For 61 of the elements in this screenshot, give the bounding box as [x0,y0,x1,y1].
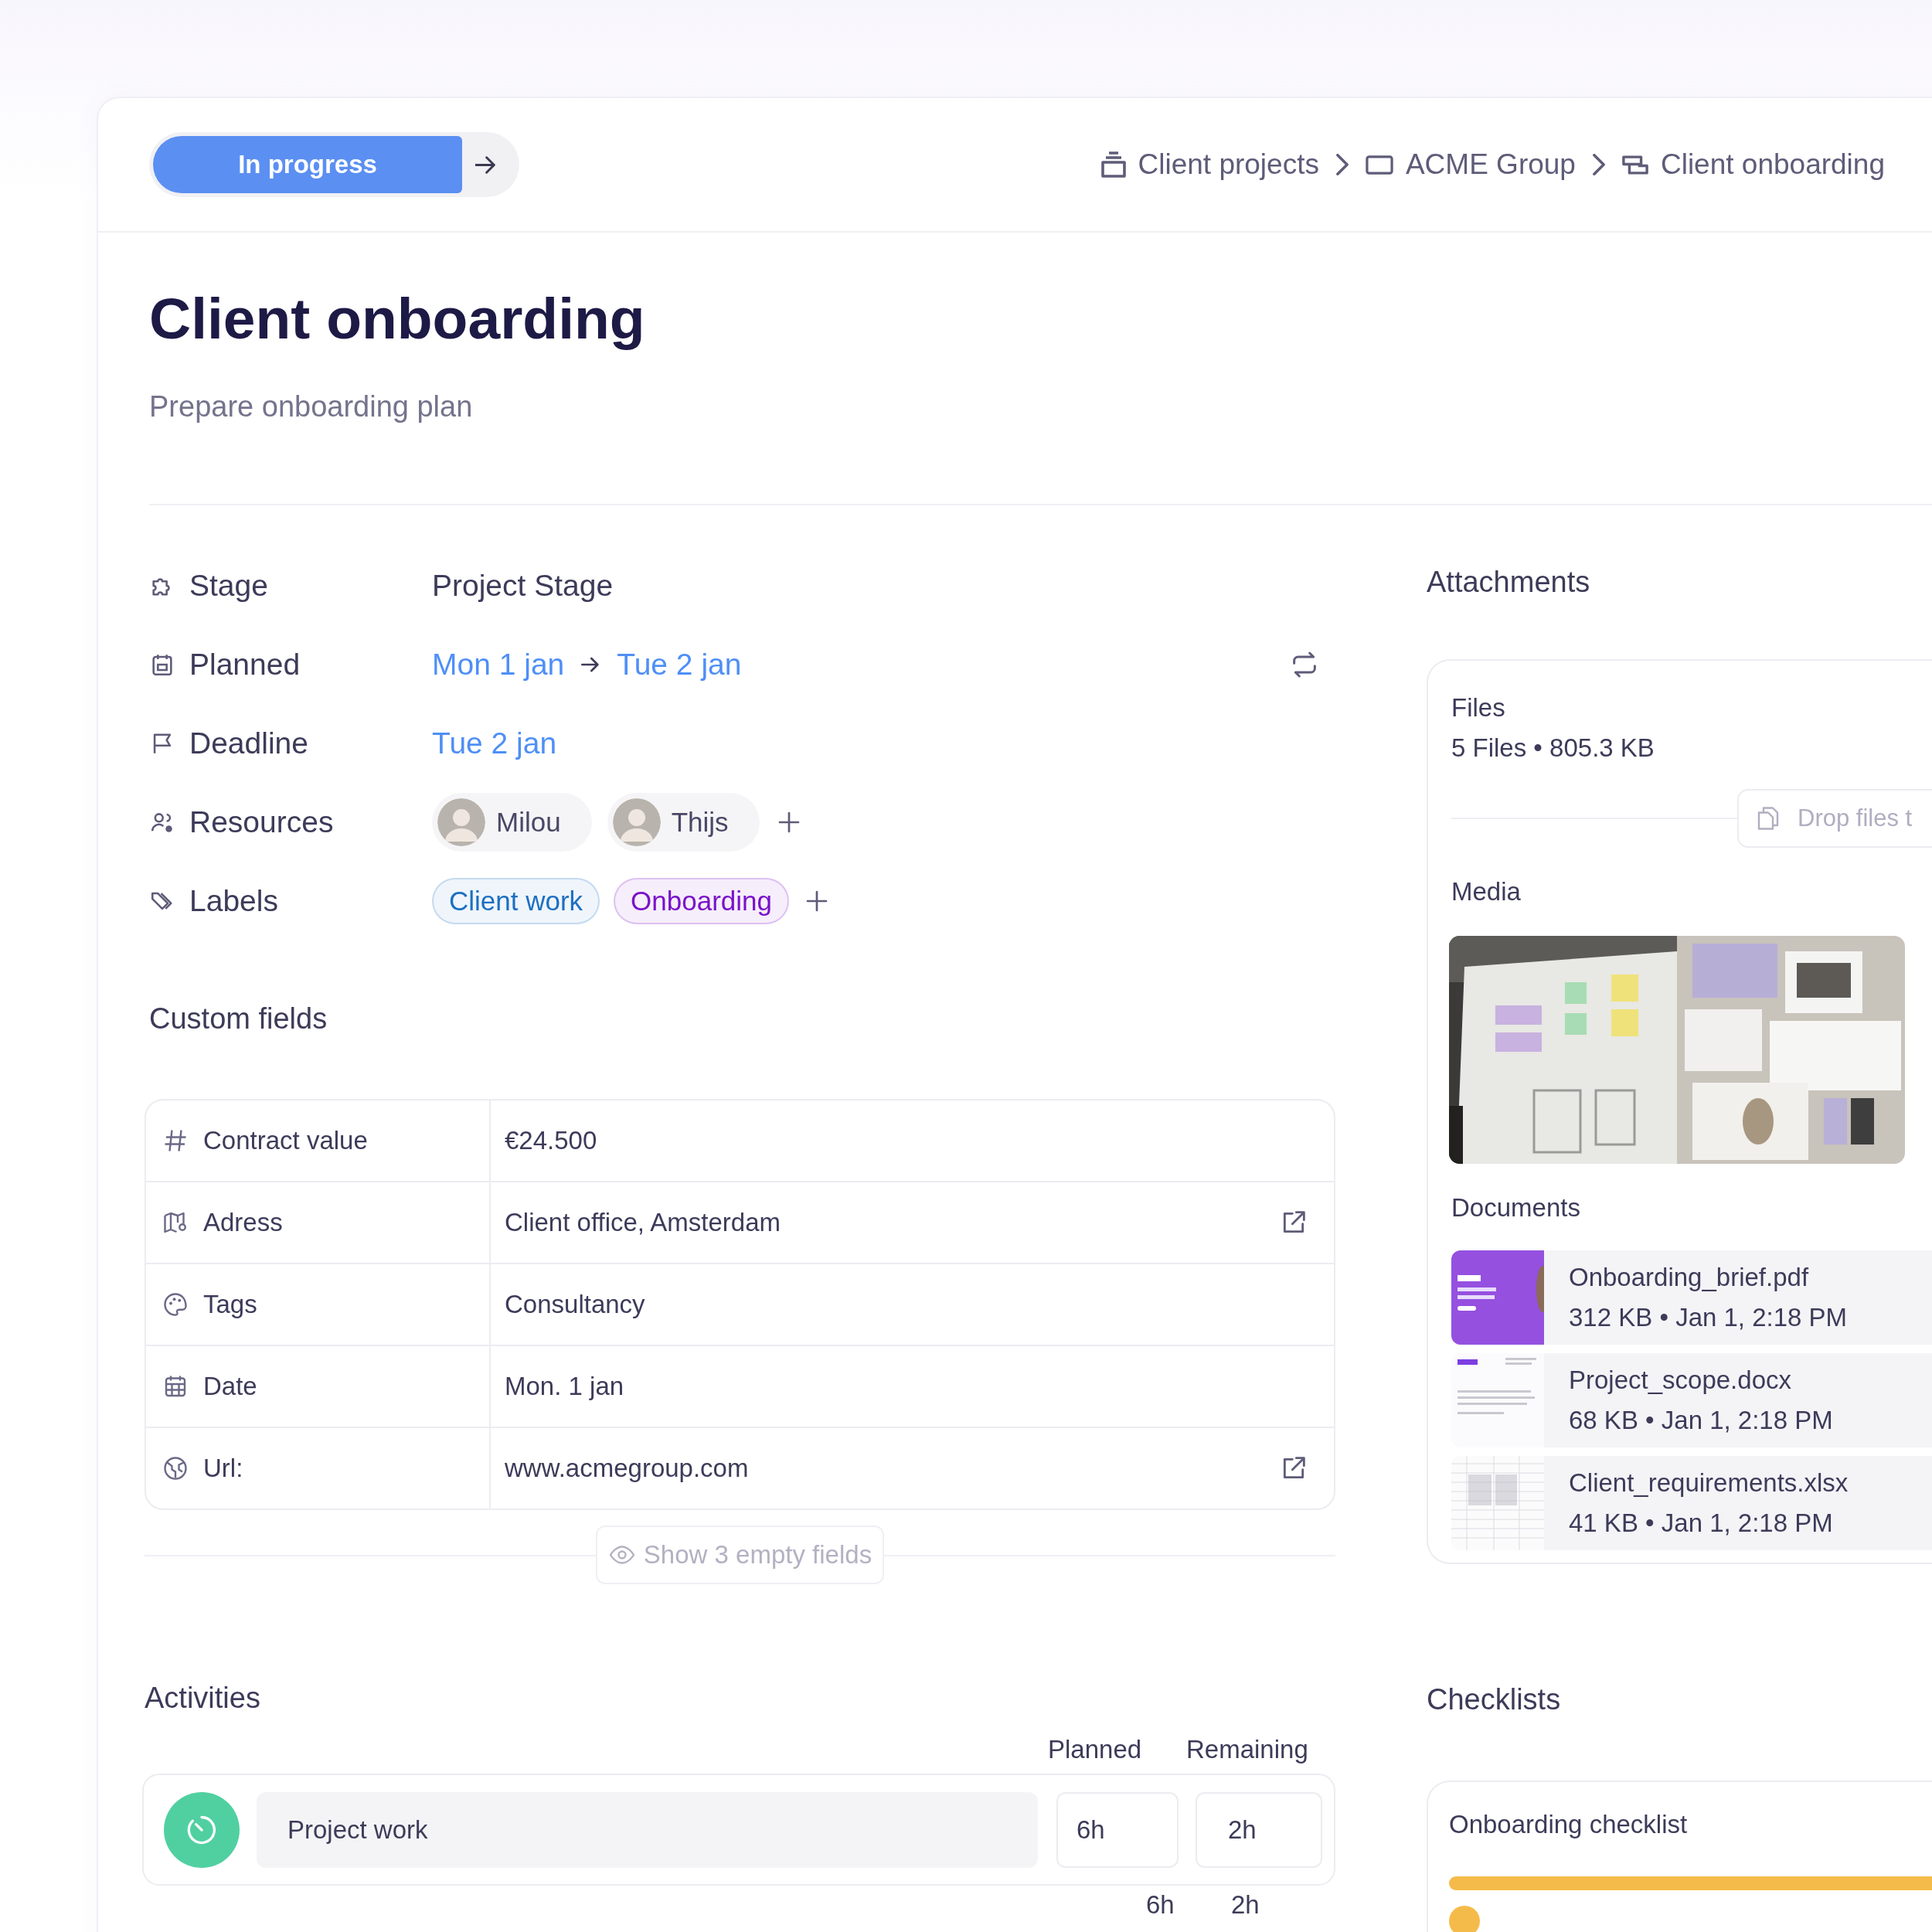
chevron-right-icon [1592,154,1605,175]
document-meta: 68 KB • Jan 1, 2:18 PM [1569,1406,1833,1435]
document-name: Client_requirements.xlsx [1569,1468,1849,1498]
globe-icon [162,1454,189,1482]
palette-icon [162,1291,189,1318]
activity-name-field[interactable]: Project work [257,1791,1038,1868]
checklist-title: Onboarding checklist [1449,1810,1689,1839]
field-label: Tags [203,1290,257,1319]
field-value: Consultancy [505,1290,645,1319]
document-item[interactable]: Client_requirements.xlsx 41 KB • Jan 1, 2:18 PM [1451,1456,1932,1550]
hierarchy-icon [1621,155,1648,175]
document-name: Project_scope.docx [1569,1366,1792,1395]
field-value: www.acmegroup.com [505,1454,749,1483]
media-heading: Media [1451,877,1522,906]
section-heading: Checklists [1427,1683,1562,1716]
stage-value[interactable]: Project Stage [432,569,614,603]
breadcrumb-link[interactable]: Client projects [1100,148,1319,181]
property-label: Labels [189,884,278,918]
column-header: Planned [1048,1735,1142,1764]
folder-icon [1365,155,1393,175]
label-tag[interactable]: Onboarding [614,878,790,924]
section-heading: Activities [145,1682,261,1715]
column-header: Remaining [1186,1735,1308,1764]
arrow-right-icon [474,155,495,174]
document-item[interactable]: Onboarding_brief.pdf 312 KB • Jan 1, 2:18 PM [1451,1250,1932,1345]
document-meta: 41 KB • Jan 1, 2:18 PM [1569,1509,1834,1538]
planned-hours-field[interactable]: 6h [1056,1791,1179,1868]
remaining-total: 2h [1231,1890,1260,1920]
section-heading: Custom fields [149,1002,328,1036]
planned-total: 6h [1146,1890,1175,1920]
document-item[interactable]: Project_scope.docx 68 KB • Jan 1, 2:18 PM [1451,1353,1932,1447]
files-title: Files [1451,693,1506,723]
field-value: €24.500 [505,1126,597,1155]
property-label: Planned [189,648,301,682]
property-label: Deadline [189,726,308,760]
page-title: Client onboarding [149,285,646,352]
resource-chip[interactable]: Thijs [607,793,760,852]
files-summary: 5 Files • 805.3 KB [1451,733,1655,763]
field-value: Mon. 1 jan [505,1372,624,1401]
breadcrumb-link[interactable]: ACME Group [1365,148,1576,181]
resource-chip[interactable]: Milou [432,793,592,852]
field-label: Date [203,1372,257,1401]
document-meta: 312 KB • Jan 1, 2:18 PM [1569,1303,1848,1332]
checklist-item-icon[interactable] [1449,1906,1480,1932]
page-subtitle: Prepare onboarding plan [149,390,474,423]
section-heading: Attachments [1427,566,1591,599]
field-label: Url: [203,1454,243,1483]
avatar-icon [612,798,661,846]
chevron-right-icon [1335,154,1349,175]
label-tag[interactable]: Client work [432,878,600,924]
remaining-hours-field[interactable]: 2h [1196,1791,1322,1868]
stack-icon [1100,151,1126,178]
field-label: Adress [203,1208,283,1237]
avatar-icon [437,798,485,846]
document-name: Onboarding_brief.pdf [1569,1263,1810,1292]
documents-heading: Documents [1451,1193,1581,1223]
property-label: Stage [189,569,268,603]
property-label: Resources [189,805,334,839]
field-value: Client office, Amsterdam [505,1208,781,1237]
breadcrumb-link[interactable]: Client onboarding [1621,148,1885,181]
field-label: Contract value [203,1126,368,1155]
